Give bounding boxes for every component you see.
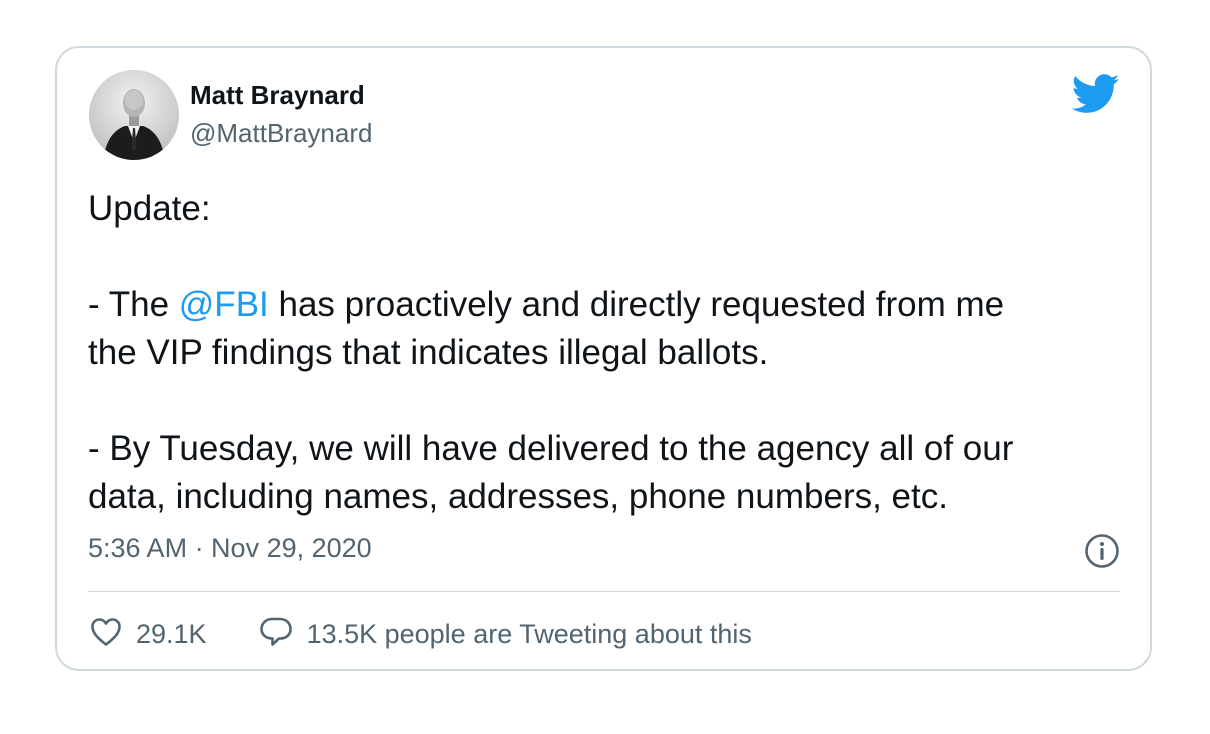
tweet-line: - The @FBI has proactively and directly … — [88, 281, 1128, 329]
author-name[interactable]: Matt Braynard — [190, 80, 365, 111]
tweet-line-prefix: - The — [88, 285, 179, 324]
speech-bubble-icon — [259, 616, 293, 653]
tweet-line-suffix: has proactively and directly requested f… — [268, 285, 1005, 324]
line-gap — [88, 233, 1128, 281]
divider — [88, 591, 1120, 592]
like-count: 29.1K — [136, 618, 207, 649]
reply-button[interactable]: 13.5K people are Tweeting about this — [259, 616, 752, 653]
avatar[interactable] — [89, 70, 179, 160]
action-bar: 29.1K 13.5K people are Tweeting about th… — [90, 616, 752, 652]
author-handle[interactable]: @MattBraynard — [190, 118, 372, 149]
heart-icon — [90, 617, 122, 652]
tweet-line: the VIP findings that indicates illegal … — [88, 333, 769, 372]
tweet-line: data, including names, addresses, phone … — [88, 477, 948, 516]
line-gap — [88, 377, 1128, 425]
tweet-line: - By Tuesday, we will have delivered to … — [88, 429, 1014, 468]
twitter-bird-icon[interactable] — [1071, 74, 1120, 114]
mention-link[interactable]: @FBI — [179, 285, 269, 324]
tweet-line: Update: — [88, 189, 211, 228]
tweet-timestamp[interactable]: 5:36 AM · Nov 29, 2020 — [88, 533, 372, 564]
tweet-card: Matt Braynard @MattBraynard Update: - Th… — [55, 46, 1152, 671]
reply-count-label: 13.5K people are Tweeting about this — [306, 618, 752, 649]
like-button[interactable]: 29.1K — [90, 617, 207, 652]
info-icon[interactable] — [1084, 533, 1120, 569]
tweet-text: Update: - The @FBI has proactively and d… — [88, 185, 1128, 521]
